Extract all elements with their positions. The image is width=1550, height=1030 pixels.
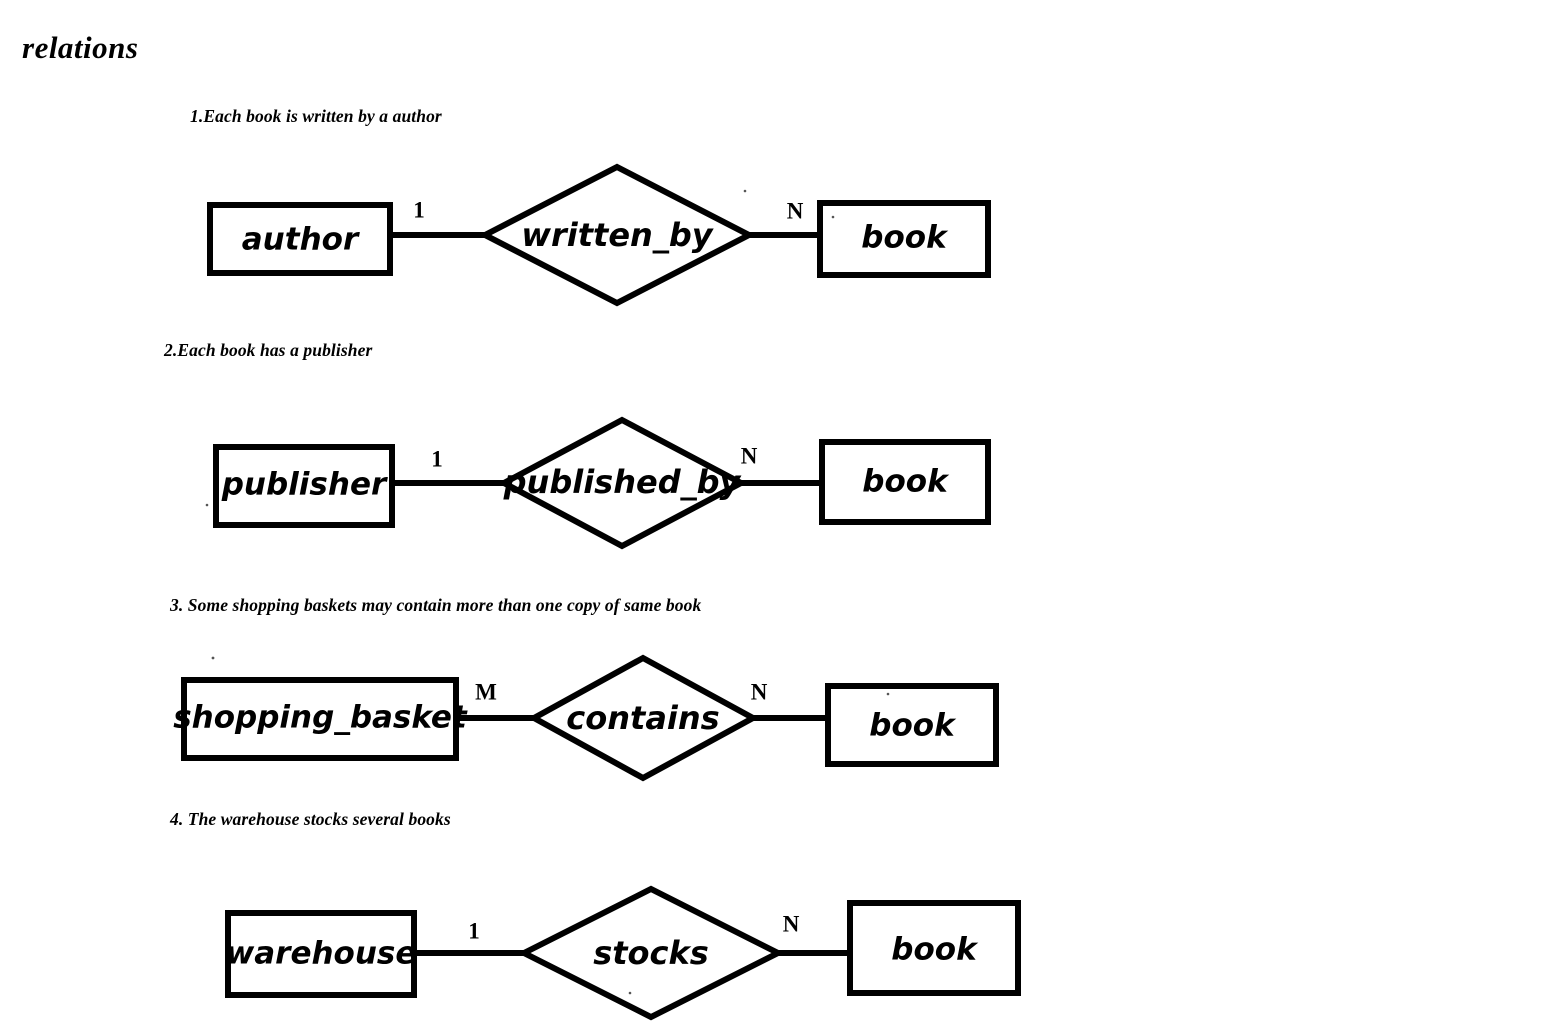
- cardinality-left-3: M: [475, 679, 497, 704]
- cardinality-right-4: N: [783, 911, 800, 936]
- scan-speck-icon: [628, 991, 632, 995]
- caption-relation-2: 2.Each book has a publisher: [164, 340, 373, 360]
- entity-label-author: author: [242, 222, 360, 258]
- relationship-label-published_by: published_by: [503, 463, 742, 501]
- cardinality-right-1: N: [787, 198, 804, 223]
- er-diagram-page: relations 1.Each book is written by a au…: [0, 0, 1550, 1030]
- entity-label-book: book: [861, 220, 949, 256]
- relationship-label-contains: contains: [566, 699, 719, 737]
- entity-label-book: book: [891, 932, 979, 968]
- cardinality-left-2: 1: [431, 446, 443, 471]
- entity-label-book: book: [862, 464, 950, 500]
- scan-speck-icon: [831, 215, 835, 219]
- cardinality-right-3: N: [751, 679, 768, 704]
- relationship-label-stocks: stocks: [593, 934, 709, 972]
- scan-speck-icon: [205, 503, 209, 507]
- er-relation-4: warehouse stocks book 1 N: [0, 875, 1060, 1025]
- er-relation-1: author written_by book 1 N: [0, 155, 1050, 320]
- caption-relation-3: 3. Some shopping baskets may contain mor…: [170, 595, 702, 615]
- entity-label-book: book: [869, 708, 957, 744]
- caption-relation-1: 1.Each book is written by a author: [190, 106, 442, 126]
- cardinality-right-2: N: [741, 443, 758, 468]
- er-relation-2: publisher published_by book 1 N: [0, 412, 1050, 562]
- relationship-label-written_by: written_by: [521, 216, 713, 254]
- er-relation-3: shopping_basket contains book M N: [0, 650, 1050, 790]
- scan-speck-icon: [211, 656, 215, 660]
- page-title: relations: [22, 30, 139, 65]
- scan-speck-icon: [886, 692, 890, 696]
- caption-relation-4: 4. The warehouse stocks several books: [170, 809, 451, 829]
- entity-label-shopping_basket: shopping_basket: [173, 700, 468, 736]
- cardinality-left-4: 1: [468, 918, 480, 943]
- entity-label-publisher: publisher: [221, 467, 388, 503]
- entity-label-warehouse: warehouse: [226, 936, 417, 972]
- scan-speck-icon: [743, 189, 747, 193]
- cardinality-left-1: 1: [413, 197, 425, 222]
